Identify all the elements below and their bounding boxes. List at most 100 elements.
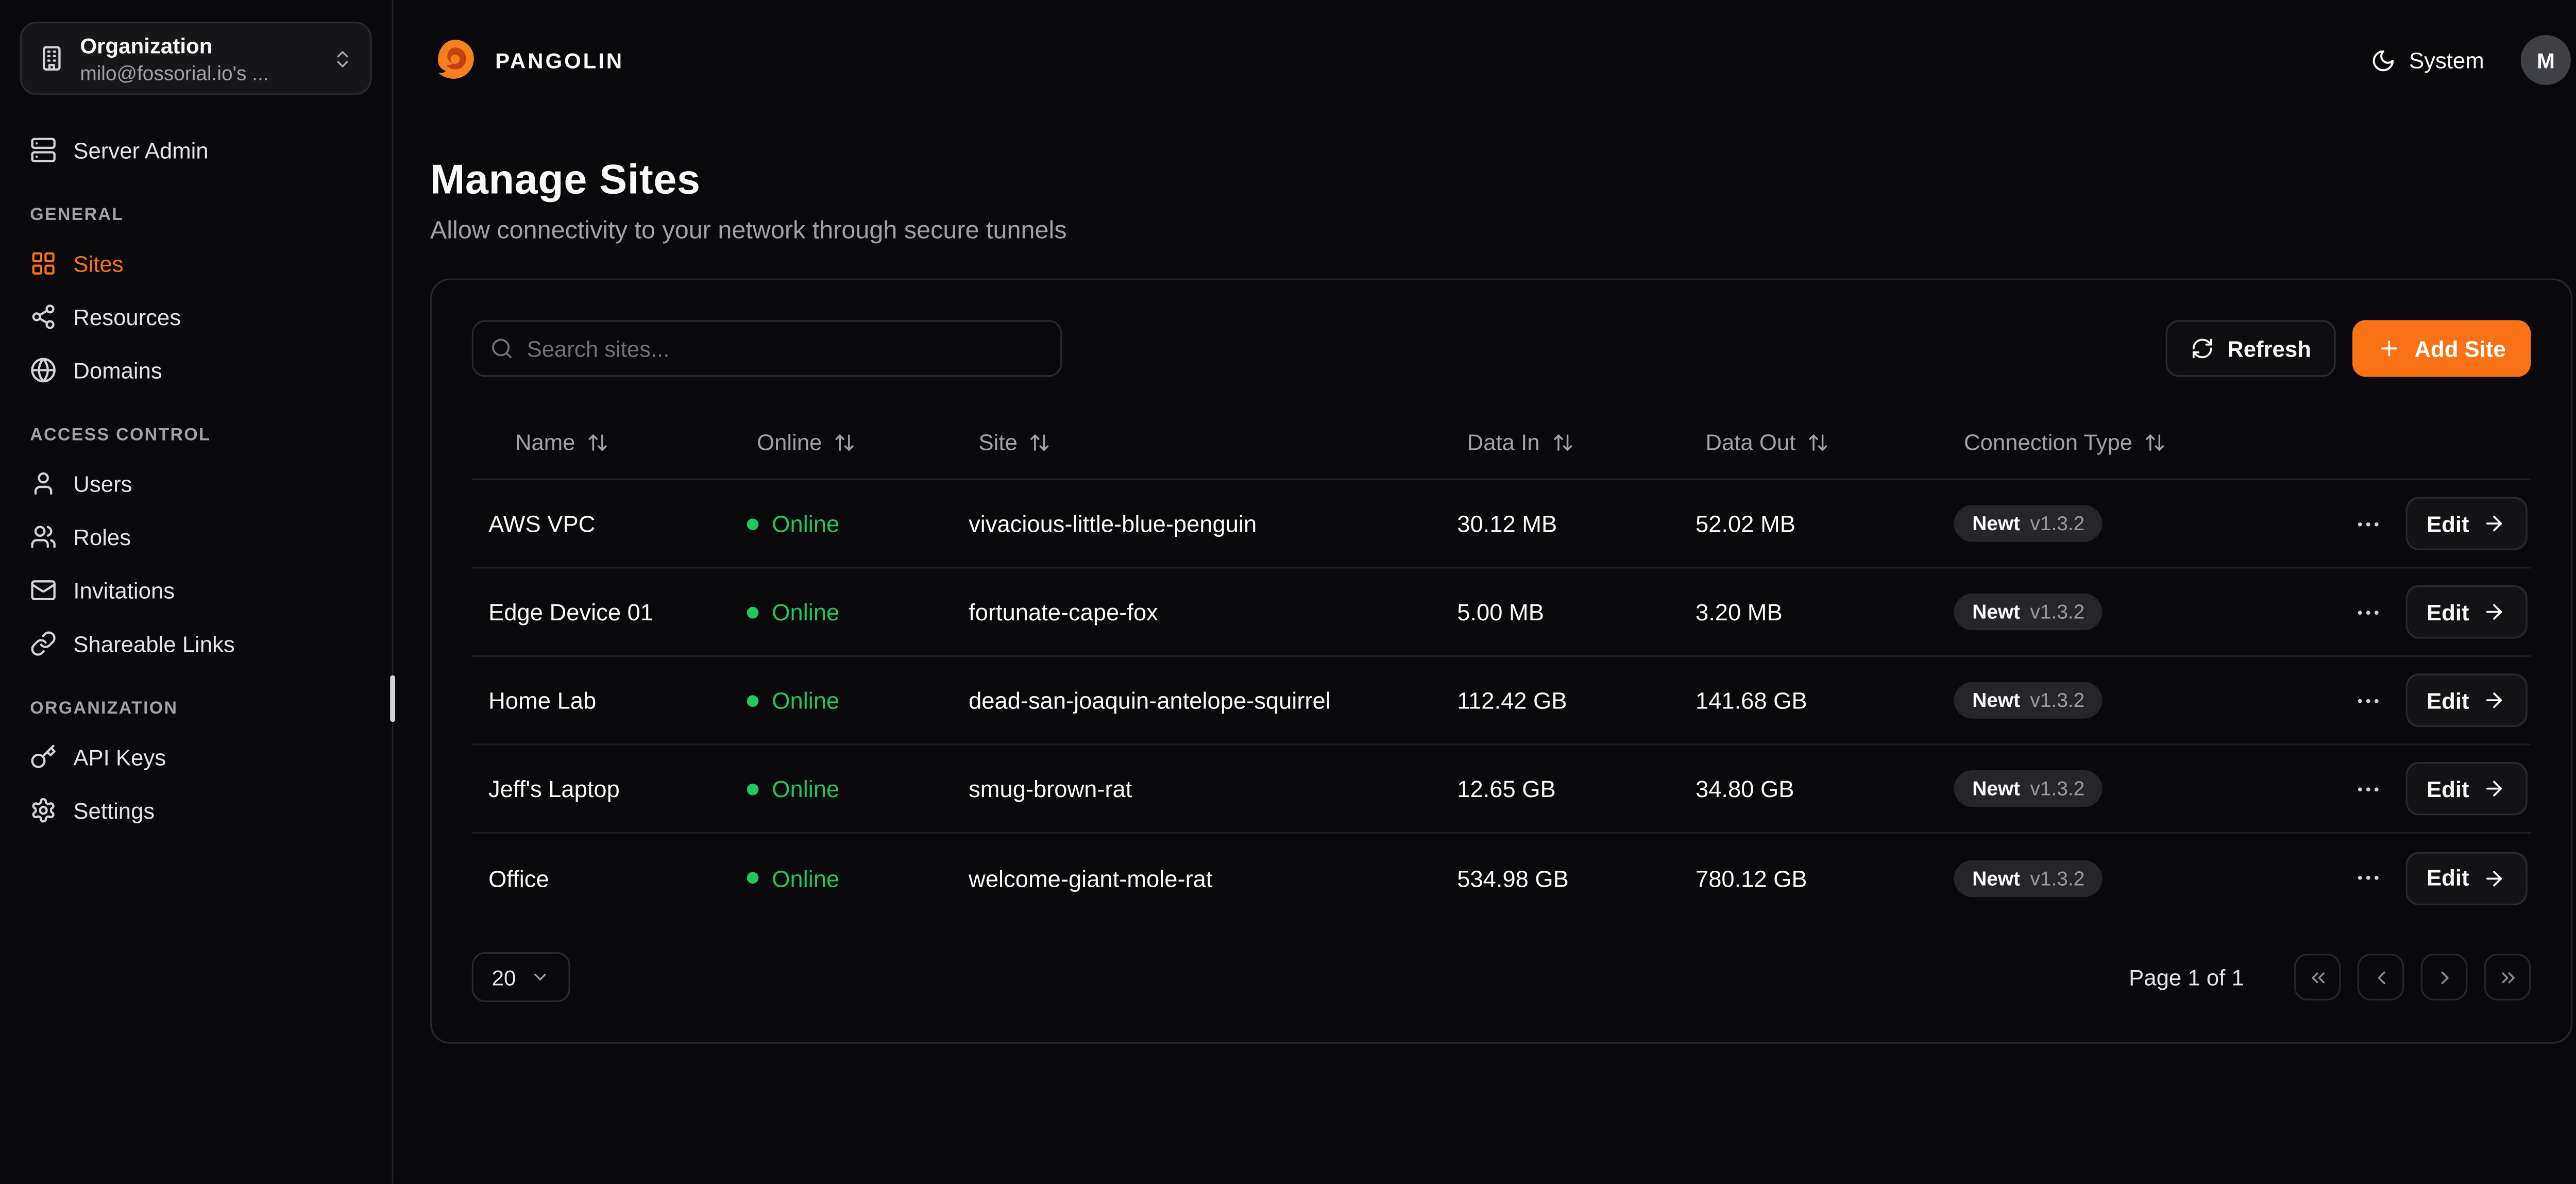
sidebar-item-label: Sites (73, 251, 123, 276)
connection-type-cell: Newt v1.3.2 (1937, 770, 2302, 807)
column-label: Connection Type (1964, 430, 2132, 455)
column-header-name[interactable]: Name (472, 430, 731, 455)
table-row: Jeff's Laptop Online smug-brown-rat 12.6… (472, 745, 2531, 834)
connection-type-badge: Newt v1.3.2 (1954, 859, 2103, 896)
column-header-data-out[interactable]: Data Out (1679, 430, 1938, 455)
status-badge: Online (730, 775, 952, 802)
site-slug: fortunate-cape-fox (952, 599, 1440, 625)
column-label: Data Out (1705, 430, 1795, 455)
row-actions: Edit (2302, 497, 2531, 550)
avatar[interactable]: M (2521, 35, 2571, 85)
search-input[interactable] (527, 336, 1044, 361)
data-out: 780.12 GB (1679, 865, 1938, 891)
edit-button[interactable]: Edit (2405, 497, 2528, 550)
server-icon (30, 137, 57, 163)
sidebar-item-resources[interactable]: Resources (20, 292, 372, 342)
column-label: Online (757, 430, 822, 455)
sidebar-item-label: Server Admin (73, 138, 208, 163)
chevrons-left-icon (2307, 966, 2328, 988)
connection-type-badge: Newt v1.3.2 (1954, 770, 2103, 807)
edit-label: Edit (2427, 865, 2469, 890)
theme-toggle[interactable]: System (2371, 47, 2484, 73)
chevron-down-icon (531, 967, 551, 987)
pagination: Page 1 of 1 (2129, 954, 2531, 1001)
sidebar-item-users[interactable]: Users (20, 459, 372, 509)
brand: PANGOLIN (430, 35, 624, 85)
connection-type-cell: Newt v1.3.2 (1937, 682, 2302, 719)
client-name: Newt (1972, 777, 2020, 800)
org-selector[interactable]: Organization milo@fossorial.io's ... (20, 22, 372, 95)
sidebar-item-settings[interactable]: Settings (20, 785, 372, 835)
next-page-button[interactable] (2421, 954, 2468, 1001)
sort-icon (834, 432, 855, 453)
refresh-icon (2191, 337, 2214, 360)
data-in: 5.00 MB (1440, 599, 1679, 625)
column-header-connection-type[interactable]: Connection Type (1937, 430, 2302, 455)
client-name: Newt (1972, 512, 2020, 535)
last-page-button[interactable] (2484, 954, 2531, 1001)
page-info: Page 1 of 1 (2129, 965, 2244, 990)
client-version: v1.3.2 (2030, 600, 2084, 623)
data-out: 52.02 MB (1679, 510, 1938, 537)
row-menu-button[interactable] (2353, 598, 2382, 626)
edit-label: Edit (2427, 688, 2469, 713)
edit-button[interactable]: Edit (2405, 762, 2528, 816)
sidebar-item-roles[interactable]: Roles (20, 512, 372, 562)
sidebar-item-sites[interactable]: Sites (20, 239, 372, 289)
topbar: PANGOLIN System M (394, 0, 2576, 120)
sidebar-item-invitations[interactable]: Invitations (20, 565, 372, 615)
ellipsis-icon (2353, 598, 2382, 626)
status-label: Online (772, 865, 839, 891)
sidebar-item-label: Users (73, 471, 132, 496)
table-footer: 20 Page 1 of 1 (472, 952, 2531, 1002)
page-subtitle: Allow connectivity to your network throu… (430, 217, 2571, 245)
chevrons-up-down-icon (332, 47, 353, 69)
sidebar: Organization milo@fossorial.io's ... Ser… (0, 0, 394, 1184)
column-label: Site (979, 430, 1018, 455)
row-actions: Edit (2302, 762, 2531, 816)
page-size-select[interactable]: 20 (472, 952, 571, 1002)
prev-page-button[interactable] (2358, 954, 2404, 1001)
sort-icon (2144, 432, 2166, 453)
sort-icon (1807, 432, 1829, 453)
site-slug: smug-brown-rat (952, 775, 1440, 802)
first-page-button[interactable] (2294, 954, 2341, 1001)
sidebar-item-label: Domains (73, 358, 162, 383)
row-menu-button[interactable] (2353, 510, 2382, 538)
add-site-button[interactable]: Add Site (2353, 320, 2531, 377)
edit-button[interactable]: Edit (2405, 851, 2528, 905)
row-menu-button[interactable] (2353, 686, 2382, 715)
column-header-online[interactable]: Online (730, 430, 952, 455)
sidebar-item-server-admin[interactable]: Server Admin (20, 125, 372, 175)
status-label: Online (772, 599, 839, 625)
connection-type-cell: Newt v1.3.2 (1937, 859, 2302, 896)
edit-button[interactable]: Edit (2405, 585, 2528, 639)
column-header-data-in[interactable]: Data In (1440, 430, 1679, 455)
chevrons-right-icon (2497, 966, 2518, 988)
table-row: Home Lab Online dead-san-joaquin-antelop… (472, 657, 2531, 746)
refresh-button[interactable]: Refresh (2165, 320, 2336, 377)
sidebar-item-label: Roles (73, 525, 131, 550)
users-icon (30, 523, 57, 550)
client-name: Newt (1972, 688, 2020, 712)
site-name: Office (472, 865, 731, 891)
row-menu-button[interactable] (2353, 774, 2382, 803)
page-header: Manage Sites Allow connectivity to your … (394, 120, 2576, 245)
edit-button[interactable]: Edit (2405, 673, 2528, 727)
sidebar-scrollbar-thumb[interactable] (390, 675, 395, 722)
sidebar-item-shareable-links[interactable]: Shareable Links (20, 619, 372, 669)
status-badge: Online (730, 599, 952, 625)
data-in: 534.98 GB (1440, 865, 1679, 891)
site-name: AWS VPC (472, 510, 731, 537)
row-menu-button[interactable] (2353, 864, 2382, 892)
ellipsis-icon (2353, 686, 2382, 715)
sort-icon (1551, 432, 1573, 453)
sidebar-item-api-keys[interactable]: API Keys (20, 732, 372, 782)
table-row: Office Online welcome-giant-mole-rat 534… (472, 834, 2531, 922)
sidebar-item-label: Settings (73, 798, 155, 823)
sidebar-item-domains[interactable]: Domains (20, 345, 372, 395)
card-toolbar: Refresh Add Site (472, 320, 2531, 377)
connection-type-badge: Newt v1.3.2 (1954, 505, 2103, 542)
data-in: 30.12 MB (1440, 510, 1679, 537)
column-header-site[interactable]: Site (952, 430, 1440, 455)
